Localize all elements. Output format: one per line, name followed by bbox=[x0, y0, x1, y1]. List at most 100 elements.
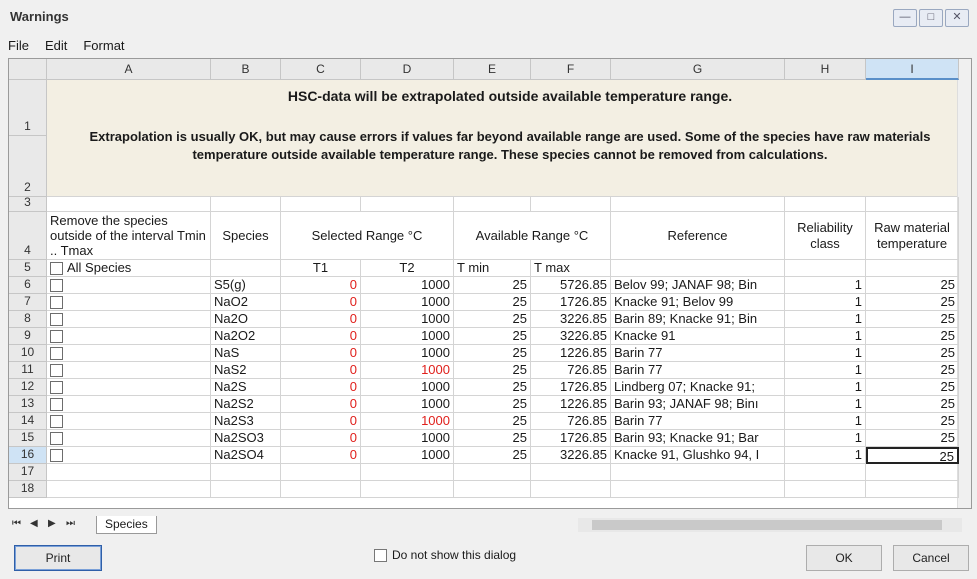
cell-t1[interactable]: 0 bbox=[281, 430, 361, 447]
row-header-15[interactable]: 15 bbox=[9, 430, 47, 447]
cell-ref[interactable]: Knacke 91; Belov 99 bbox=[611, 294, 785, 311]
row-header-7[interactable]: 7 bbox=[9, 294, 47, 311]
row-header-6[interactable]: 6 bbox=[9, 277, 47, 294]
cell-t2[interactable]: 1000 bbox=[361, 311, 454, 328]
grid-cell[interactable] bbox=[361, 481, 454, 498]
grid-cell[interactable] bbox=[785, 197, 866, 212]
cell-t2[interactable]: 1000 bbox=[361, 379, 454, 396]
grid-cell[interactable] bbox=[866, 260, 959, 277]
cell-ref[interactable]: Barin 77 bbox=[611, 345, 785, 362]
grid-cell[interactable] bbox=[361, 197, 454, 212]
cell-rel[interactable]: 1 bbox=[785, 294, 866, 311]
cell-ref[interactable]: Lindberg 07; Knacke 91; bbox=[611, 379, 785, 396]
grid-cell[interactable] bbox=[47, 294, 211, 311]
cell-ref[interactable]: Barin 93; Knacke 91; Bar bbox=[611, 430, 785, 447]
species-remove-checkbox[interactable] bbox=[50, 432, 63, 445]
cell-tmin[interactable]: 25 bbox=[454, 447, 531, 464]
prev-sheet-icon[interactable]: ◀ bbox=[30, 518, 38, 529]
species-remove-checkbox[interactable] bbox=[50, 296, 63, 309]
grid-cell[interactable] bbox=[531, 464, 611, 481]
cell-t1[interactable]: 0 bbox=[281, 413, 361, 430]
grid-cell[interactable] bbox=[866, 197, 959, 212]
cell-species[interactable]: Na2O bbox=[211, 311, 281, 328]
cell-t1[interactable]: 0 bbox=[281, 362, 361, 379]
cell-t1[interactable]: 0 bbox=[281, 379, 361, 396]
cell-raw[interactable]: 25 bbox=[866, 311, 959, 328]
grid-cell[interactable] bbox=[47, 413, 211, 430]
scroll-thumb[interactable] bbox=[592, 520, 942, 530]
species-remove-checkbox[interactable] bbox=[50, 415, 63, 428]
cell-raw[interactable]: 25 bbox=[866, 362, 959, 379]
cell-t2[interactable]: 1000 bbox=[361, 396, 454, 413]
select-all-corner[interactable] bbox=[9, 59, 47, 80]
cell-tmax[interactable]: 1726.85 bbox=[531, 294, 611, 311]
row-header-17[interactable]: 17 bbox=[9, 464, 47, 481]
cell-t2[interactable]: 1000 bbox=[361, 362, 454, 379]
cell-species[interactable]: S5(g) bbox=[211, 277, 281, 294]
cell-raw[interactable]: 25 bbox=[866, 413, 959, 430]
grid-cell[interactable] bbox=[47, 447, 211, 464]
grid-cell[interactable] bbox=[454, 464, 531, 481]
row-header-13[interactable]: 13 bbox=[9, 396, 47, 413]
cell-ref[interactable]: Barin 77 bbox=[611, 362, 785, 379]
grid-cell[interactable] bbox=[211, 260, 281, 277]
last-sheet-icon[interactable]: ⏭ bbox=[66, 518, 75, 529]
grid-cell[interactable] bbox=[47, 464, 211, 481]
grid-cell[interactable] bbox=[866, 481, 959, 498]
species-remove-checkbox[interactable] bbox=[50, 313, 63, 326]
print-button[interactable]: Print bbox=[14, 545, 102, 571]
grid-cell[interactable] bbox=[47, 328, 211, 345]
grid-cell[interactable] bbox=[611, 197, 785, 212]
cell-tmin[interactable]: 25 bbox=[454, 379, 531, 396]
cell-rel[interactable]: 1 bbox=[785, 345, 866, 362]
cell-tmin[interactable]: 25 bbox=[454, 430, 531, 447]
row-header-8[interactable]: 8 bbox=[9, 311, 47, 328]
column-header-f[interactable]: F bbox=[531, 59, 611, 80]
row-header-11[interactable]: 11 bbox=[9, 362, 47, 379]
column-header-c[interactable]: C bbox=[281, 59, 361, 80]
cell-rel[interactable]: 1 bbox=[785, 447, 866, 464]
all-species-checkbox[interactable] bbox=[50, 262, 63, 275]
grid-cell[interactable] bbox=[47, 197, 211, 212]
cell-t1[interactable]: 0 bbox=[281, 277, 361, 294]
cell-species[interactable]: Na2S2 bbox=[211, 396, 281, 413]
cell-tmax[interactable]: 3226.85 bbox=[531, 328, 611, 345]
cell-tmax[interactable]: 1726.85 bbox=[531, 430, 611, 447]
row-header-1[interactable]: 1 bbox=[9, 80, 47, 136]
cell-t2[interactable]: 1000 bbox=[361, 328, 454, 345]
spreadsheet-grid[interactable]: HSC-data will be extrapolated outside av… bbox=[8, 58, 972, 509]
grid-cell[interactable] bbox=[785, 481, 866, 498]
cell-tmin[interactable]: 25 bbox=[454, 294, 531, 311]
species-remove-checkbox[interactable] bbox=[50, 279, 63, 292]
cell-species[interactable]: NaO2 bbox=[211, 294, 281, 311]
cell-tmin[interactable]: 25 bbox=[454, 362, 531, 379]
cell-raw[interactable]: 25 bbox=[866, 294, 959, 311]
cell-tmax[interactable]: 726.85 bbox=[531, 362, 611, 379]
cell-t2[interactable]: 1000 bbox=[361, 413, 454, 430]
cell-rel[interactable]: 1 bbox=[785, 396, 866, 413]
cell-rel[interactable]: 1 bbox=[785, 430, 866, 447]
grid-cell[interactable] bbox=[47, 345, 211, 362]
cell-tmax[interactable]: 1226.85 bbox=[531, 345, 611, 362]
cell-raw[interactable]: 25 bbox=[866, 277, 959, 294]
row-header-3[interactable]: 3 bbox=[9, 195, 47, 212]
cell-species[interactable]: Na2SO3 bbox=[211, 430, 281, 447]
cell-t1[interactable]: 0 bbox=[281, 294, 361, 311]
column-header-d[interactable]: D bbox=[361, 59, 454, 80]
grid-cell[interactable] bbox=[47, 396, 211, 413]
cell-species[interactable]: NaS2 bbox=[211, 362, 281, 379]
grid-cell[interactable] bbox=[454, 197, 531, 212]
menu-edit[interactable]: Edit bbox=[37, 34, 75, 58]
tab-species[interactable]: Species bbox=[96, 516, 157, 534]
cell-t1[interactable]: 0 bbox=[281, 345, 361, 362]
species-remove-checkbox[interactable] bbox=[50, 330, 63, 343]
column-header-e[interactable]: E bbox=[454, 59, 531, 80]
first-sheet-icon[interactable]: ⏮ bbox=[12, 518, 21, 529]
cell-species[interactable]: Na2S bbox=[211, 379, 281, 396]
column-header-a[interactable]: A bbox=[47, 59, 211, 80]
grid-cell[interactable] bbox=[211, 197, 281, 212]
cell-ref[interactable]: Barin 89; Knacke 91; Bin bbox=[611, 311, 785, 328]
cell-t1[interactable]: 0 bbox=[281, 328, 361, 345]
next-sheet-icon[interactable]: ▶ bbox=[48, 518, 56, 529]
grid-cell[interactable] bbox=[611, 464, 785, 481]
